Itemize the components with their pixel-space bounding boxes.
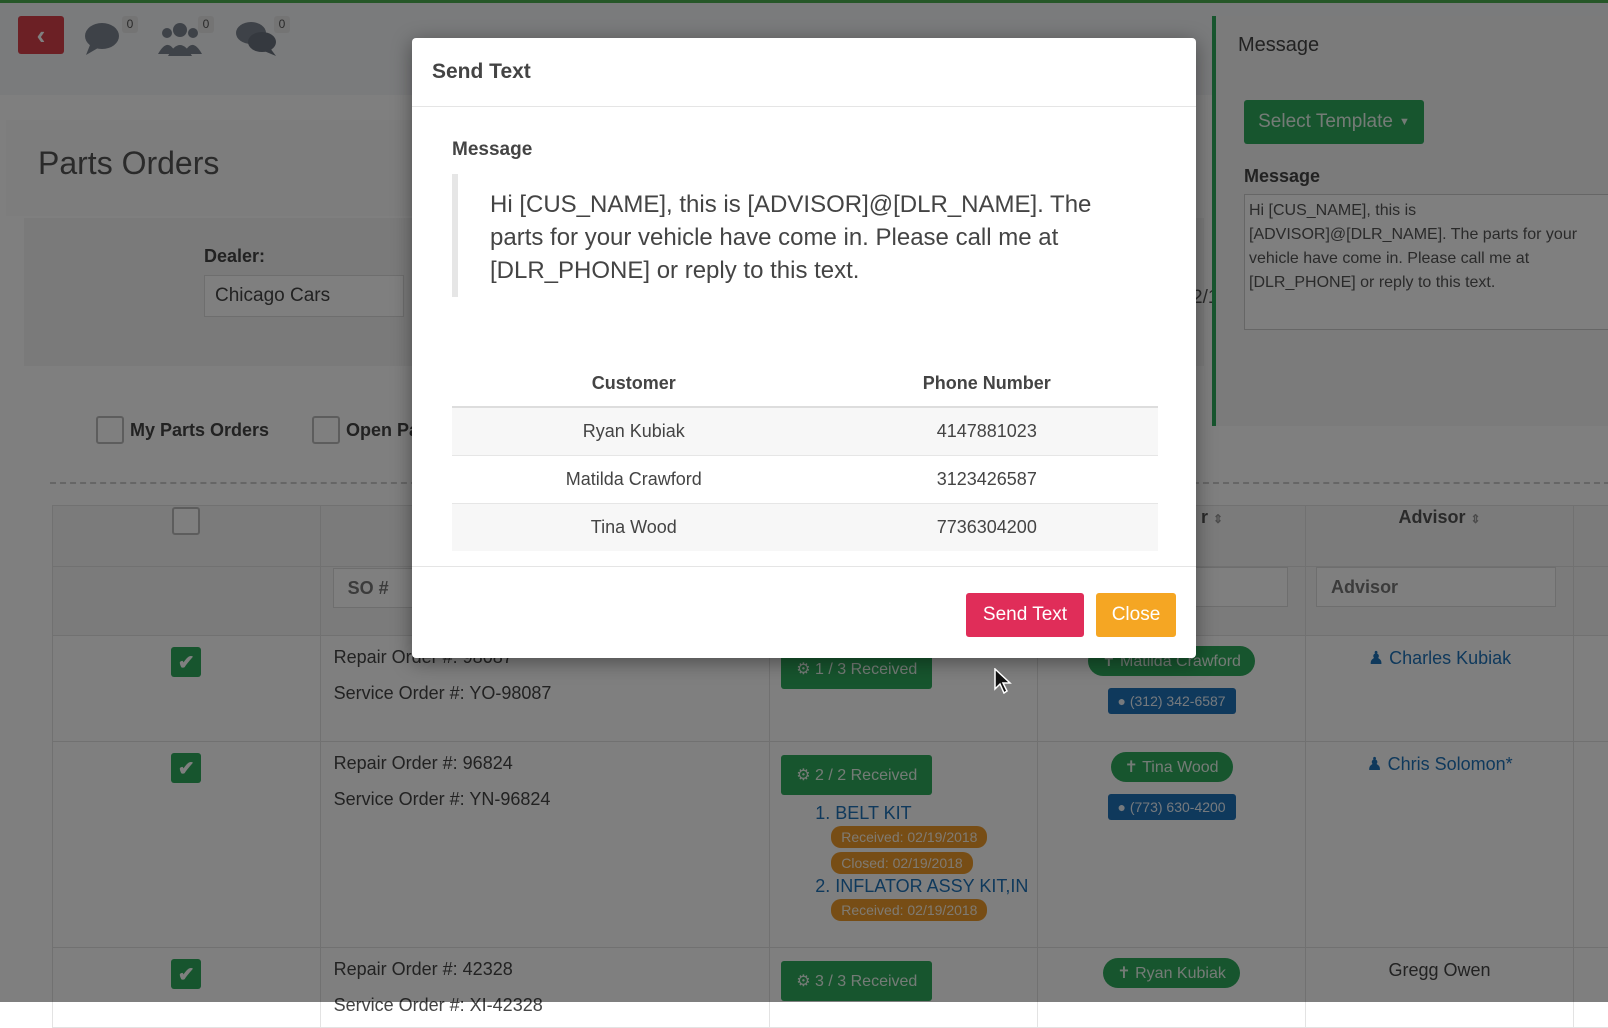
recipient-row: Ryan Kubiak 4147881023 — [452, 407, 1158, 456]
message-preview: Hi [CUS_NAME], this is [ADVISOR]@[DLR_NA… — [452, 174, 1142, 297]
send-text-modal: Send Text Message Hi [CUS_NAME], this is… — [412, 38, 1196, 658]
modal-header-divider — [412, 106, 1196, 107]
customer-column-header: Customer — [452, 360, 816, 407]
phone-column-header: Phone Number — [816, 360, 1158, 407]
recipient-name: Matilda Crawford — [452, 456, 816, 504]
close-button[interactable]: Close — [1096, 593, 1176, 637]
recipient-phone: 4147881023 — [816, 407, 1158, 456]
mouse-cursor-icon — [994, 668, 1012, 699]
modal-title: Send Text — [432, 60, 531, 84]
send-text-button[interactable]: Send Text — [966, 593, 1084, 637]
recipient-name: Ryan Kubiak — [452, 407, 816, 456]
recipient-row: Matilda Crawford 3123426587 — [452, 456, 1158, 504]
recipients-table: Customer Phone Number Ryan Kubiak 414788… — [452, 360, 1158, 551]
modal-message-label: Message — [452, 139, 532, 161]
recipient-phone: 7736304200 — [816, 504, 1158, 552]
recipients-header-row: Customer Phone Number — [452, 360, 1158, 407]
modal-footer-divider — [412, 566, 1196, 567]
recipient-row: Tina Wood 7736304200 — [452, 504, 1158, 552]
recipient-name: Tina Wood — [452, 504, 816, 552]
recipient-phone: 3123426587 — [816, 456, 1158, 504]
